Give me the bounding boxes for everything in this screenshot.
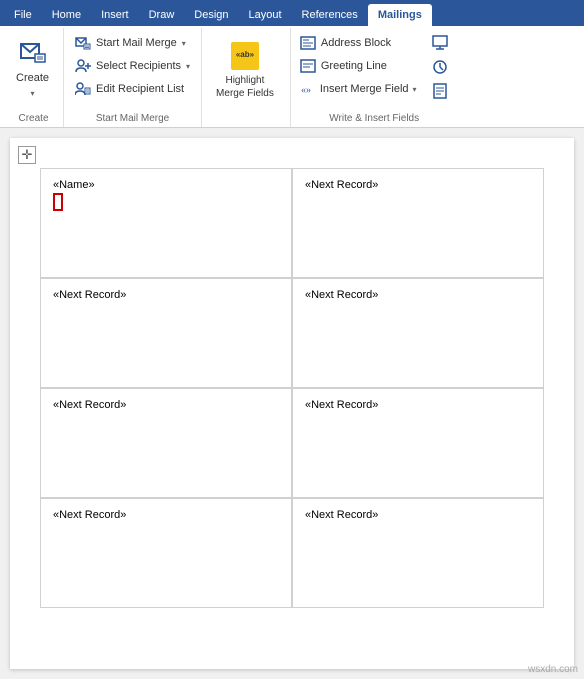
merge-field-next-3-1: «Next Record» xyxy=(305,509,531,521)
group-highlight: «ab» Highlight Merge Fields xyxy=(202,28,291,127)
doc-cell-0-0: «Name» xyxy=(40,168,292,278)
document-page: ✛ «Name» «Next Record» «Next Record» «Ne… xyxy=(10,138,574,669)
doc-cell-3-1: «Next Record» xyxy=(292,498,544,608)
create-label: Create xyxy=(16,72,49,85)
doc-cell-2-1: «Next Record» xyxy=(292,388,544,498)
group-start-mail-merge: Start Mail Merge ▾ Select Recipients ▾ xyxy=(64,28,202,127)
greeting-line-icon xyxy=(300,58,316,74)
ribbon-tabs: File Home Insert Draw Design Layout Refe… xyxy=(0,0,584,26)
merge-field-next-0-1: «Next Record» xyxy=(305,179,531,191)
tab-mailings[interactable]: Mailings xyxy=(368,4,432,26)
doc-cell-1-0: «Next Record» xyxy=(40,278,292,388)
insert-merge-field-arrow: ▾ xyxy=(413,85,417,94)
edit-recipient-list-label: Edit Recipient List xyxy=(96,83,184,95)
extra-icon-1[interactable] xyxy=(428,32,452,54)
select-recipients-icon xyxy=(75,58,91,74)
group-create-label: Create xyxy=(4,113,63,124)
move-handle[interactable]: ✛ xyxy=(18,146,36,164)
start-mail-merge-button[interactable]: Start Mail Merge ▾ xyxy=(70,32,195,54)
insert-merge-field-button[interactable]: «» Insert Merge Field ▾ xyxy=(295,78,422,100)
svg-text:«»: «» xyxy=(301,85,311,96)
highlight-icon: «ab» xyxy=(231,42,259,70)
tab-file[interactable]: File xyxy=(4,4,42,26)
insert-merge-field-icon: «» xyxy=(300,81,316,97)
tab-draw[interactable]: Draw xyxy=(139,4,185,26)
doc-cell-0-1: «Next Record» xyxy=(292,168,544,278)
tab-layout[interactable]: Layout xyxy=(239,4,292,26)
watermark: wsxdn.com xyxy=(528,664,578,675)
edit-recipient-icon xyxy=(75,81,91,97)
edit-recipient-list-button[interactable]: Edit Recipient List xyxy=(70,78,195,100)
group-write-insert: Address Block Greeting Line xyxy=(291,28,458,127)
doc-cell-3-0: «Next Record» xyxy=(40,498,292,608)
group-start-mail-merge-label: Start Mail Merge xyxy=(64,113,201,124)
highlight-label: Highlight Merge Fields xyxy=(216,74,274,100)
address-block-button[interactable]: Address Block xyxy=(295,32,422,54)
tab-references[interactable]: References xyxy=(292,4,368,26)
document-area: ✛ «Name» «Next Record» «Next Record» «Ne… xyxy=(0,128,584,679)
start-mail-merge-icon xyxy=(75,35,91,51)
group-write-insert-label: Write & Insert Fields xyxy=(291,113,458,124)
select-recipients-label: Select Recipients xyxy=(96,60,181,72)
create-button[interactable]: Create ▾ xyxy=(8,30,57,104)
doc-cell-1-1: «Next Record» xyxy=(292,278,544,388)
ribbon-body: Create ▾ Create xyxy=(0,26,584,128)
doc-cell-2-0: «Next Record» xyxy=(40,388,292,498)
tab-home[interactable]: Home xyxy=(42,4,91,26)
tab-design[interactable]: Design xyxy=(184,4,238,26)
address-block-icon xyxy=(300,35,316,51)
highlight-merge-fields-button[interactable]: «ab» Highlight Merge Fields xyxy=(210,34,280,108)
create-icon xyxy=(17,36,49,68)
greeting-line-button[interactable]: Greeting Line xyxy=(295,55,422,77)
insert-merge-field-label: Insert Merge Field xyxy=(320,83,409,95)
merge-field-next-2-0: «Next Record» xyxy=(53,399,279,411)
select-recipients-arrow: ▾ xyxy=(186,62,190,71)
merge-field-next-1-1: «Next Record» xyxy=(305,289,531,301)
greeting-line-label: Greeting Line xyxy=(321,60,387,72)
cursor xyxy=(53,193,63,211)
start-mail-merge-label: Start Mail Merge xyxy=(96,37,177,49)
tab-insert[interactable]: Insert xyxy=(91,4,139,26)
merge-field-next-2-1: «Next Record» xyxy=(305,399,531,411)
start-mail-merge-buttons: Start Mail Merge ▾ Select Recipients ▾ xyxy=(70,30,195,100)
merge-field-next-1-0: «Next Record» xyxy=(53,289,279,301)
group-create: Create ▾ Create xyxy=(4,28,64,127)
extra-icon-3[interactable] xyxy=(428,80,452,102)
start-mail-merge-arrow: ▾ xyxy=(182,39,186,48)
write-insert-buttons: Address Block Greeting Line xyxy=(295,30,422,116)
address-block-label: Address Block xyxy=(321,37,391,49)
extra-icon-2[interactable] xyxy=(428,56,452,78)
document-grid: «Name» «Next Record» «Next Record» «Next… xyxy=(40,168,544,608)
select-recipients-button[interactable]: Select Recipients ▾ xyxy=(70,55,195,77)
merge-field-next-3-0: «Next Record» xyxy=(53,509,279,521)
merge-field-name: «Name» xyxy=(53,179,279,191)
